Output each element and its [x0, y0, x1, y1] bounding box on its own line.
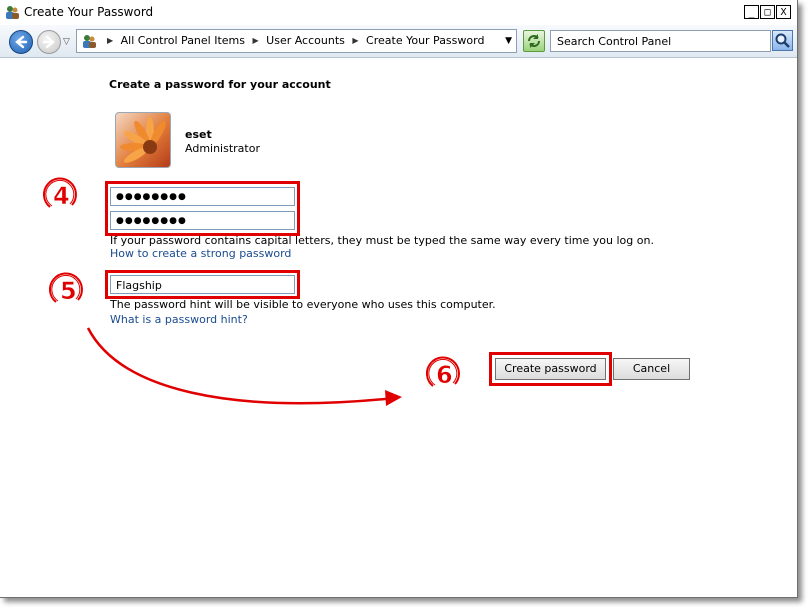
search-placeholder: Search Control Panel [557, 35, 672, 48]
close-button[interactable]: X [776, 5, 791, 19]
back-button[interactable] [9, 30, 33, 54]
refresh-button[interactable] [523, 30, 545, 52]
highlight-box-create [489, 352, 612, 386]
back-arrow-icon [15, 35, 28, 49]
breadcrumb-all-control-panel-items[interactable]: All Control Panel Items [121, 34, 245, 47]
hint-note: The password hint will be visible to eve… [110, 298, 496, 311]
breadcrumb-separator-icon[interactable]: ▶ [253, 36, 259, 45]
step-5-label: 5 [60, 277, 77, 305]
forward-button[interactable] [37, 30, 61, 54]
address-bar[interactable]: ▶ All Control Panel Items ▶ User Account… [76, 29, 517, 53]
forward-arrow-icon [42, 35, 55, 49]
breadcrumb: ▶ All Control Panel Items ▶ User Account… [103, 34, 484, 47]
create-password-window: Create Your Password _ □ X ▽ ▶ All Contr… [0, 0, 798, 598]
window-title: Create Your Password [24, 5, 154, 19]
minimize-button[interactable]: _ [744, 5, 759, 19]
search-button[interactable] [772, 30, 793, 51]
breadcrumb-separator-icon[interactable]: ▶ [107, 36, 113, 45]
control-panel-icon [83, 35, 96, 48]
account-role: Administrator [185, 142, 260, 155]
step-4-badge-icon: 4 [42, 177, 77, 210]
step-6-label: 6 [436, 361, 453, 389]
search-icon [775, 33, 790, 48]
recent-pages-dropdown-icon[interactable]: ▽ [63, 37, 70, 47]
flower-picture-icon [120, 117, 166, 163]
account-name: eset [185, 128, 212, 141]
step-6-badge-icon: 6 [425, 356, 460, 389]
breadcrumb-user-accounts[interactable]: User Accounts [266, 34, 345, 47]
user-avatar [115, 112, 171, 168]
step-5-badge-icon: 5 [48, 272, 83, 305]
breadcrumb-create-your-password[interactable]: Create Your Password [366, 34, 484, 47]
curved-arrow-icon [86, 327, 402, 406]
search-input[interactable]: Search Control Panel [550, 30, 771, 52]
user-accounts-icon [6, 6, 19, 19]
highlight-box-hint [105, 270, 300, 299]
maximize-button[interactable]: □ [760, 5, 775, 19]
strong-password-link[interactable]: How to create a strong password [110, 247, 291, 260]
title-bar: Create Your Password _ □ X [0, 0, 797, 25]
navigation-bar: ▽ ▶ All Control Panel Items ▶ User Accou… [0, 25, 797, 58]
step-4-label: 4 [53, 182, 70, 210]
breadcrumb-separator-icon[interactable]: ▶ [352, 36, 358, 45]
caps-note: If your password contains capital letter… [110, 234, 654, 247]
refresh-icon [528, 34, 540, 48]
address-dropdown-icon[interactable]: ▼ [505, 36, 512, 46]
highlight-box-password [105, 181, 300, 236]
page-heading: Create a password for your account [109, 78, 331, 91]
cancel-button[interactable]: Cancel [613, 358, 690, 380]
